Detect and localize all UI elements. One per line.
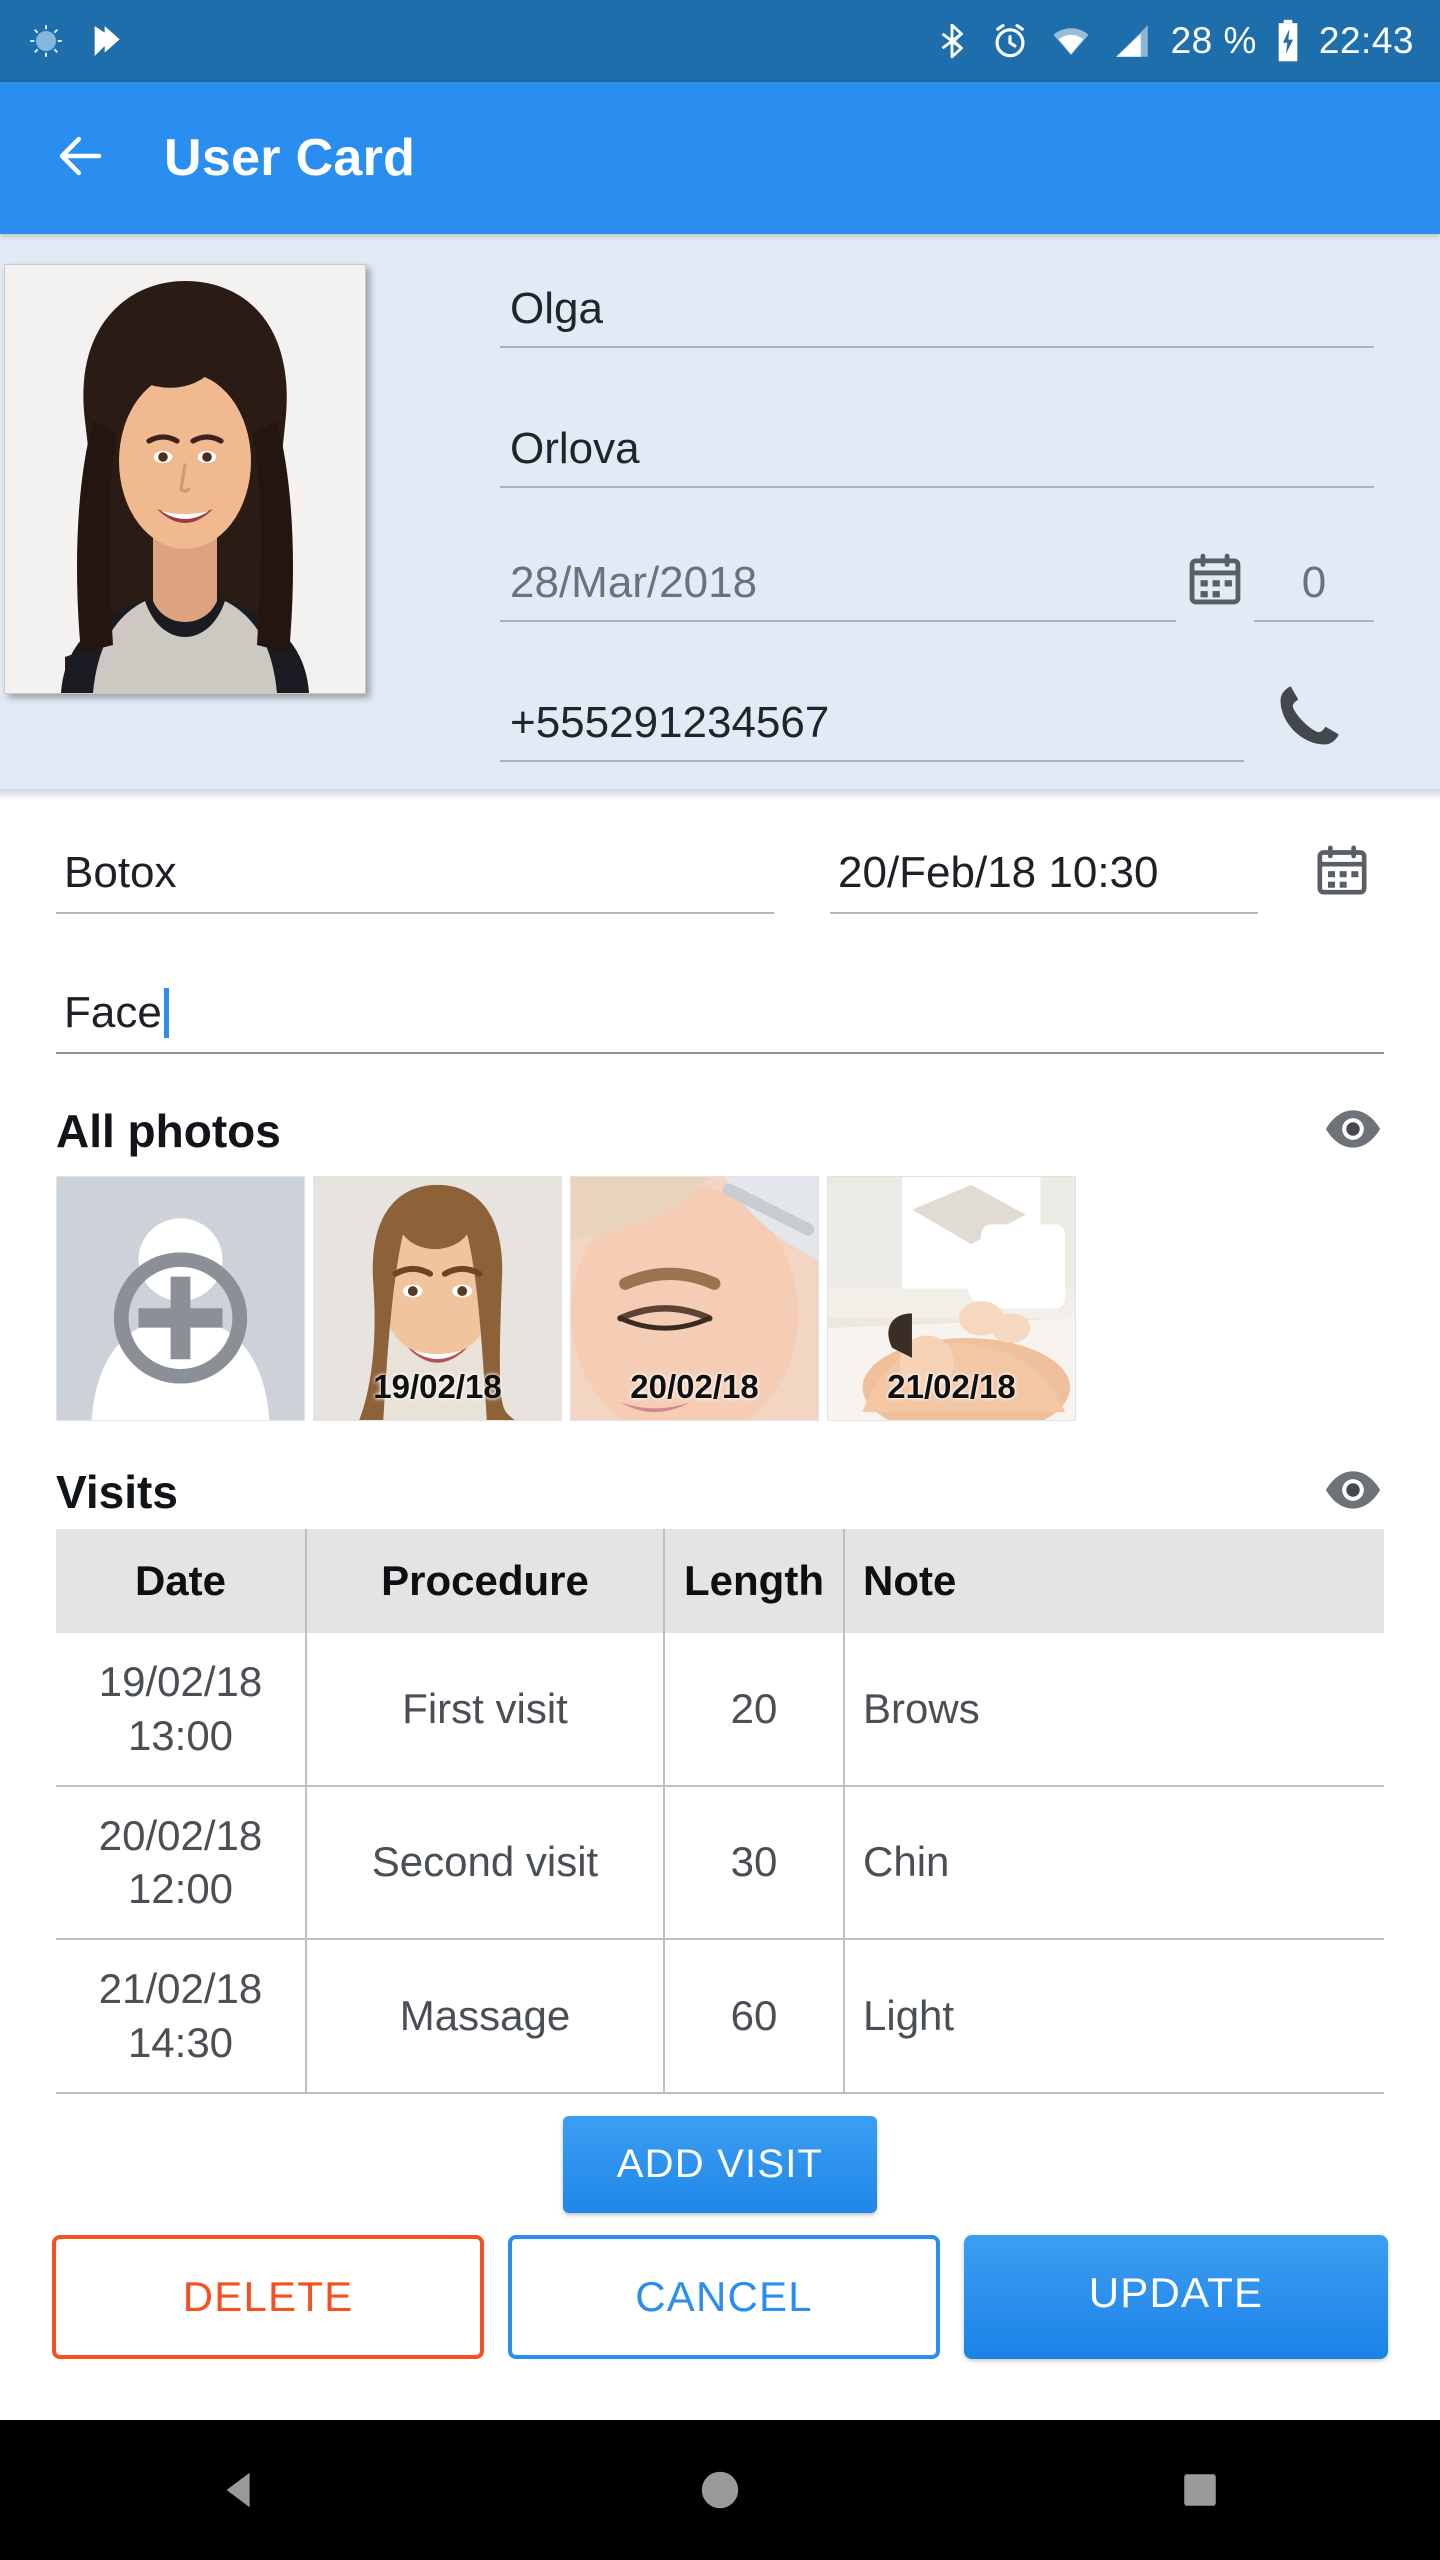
cancel-button[interactable]: CANCEL — [508, 2234, 940, 2359]
calendar-icon[interactable] — [1314, 842, 1384, 914]
alarm-icon — [989, 20, 1031, 62]
cell-date-day: 21/02/18 — [98, 1965, 263, 2012]
brightness-icon — [26, 21, 66, 61]
column-header-note: Note — [844, 1529, 1384, 1633]
add-visit-button[interactable]: ADD VISIT — [562, 2115, 878, 2213]
back-arrow-icon[interactable] — [50, 129, 112, 188]
phone-icon[interactable] — [1244, 678, 1374, 762]
page-title: User Card — [164, 129, 416, 187]
note-input[interactable]: Face — [56, 980, 1384, 1054]
procedure-row: Botox 20/Feb/18 10:30 — [0, 800, 1440, 914]
cell-note: Brows — [844, 1633, 1384, 1787]
profile-fields: Olga Orlova 28/Mar/2018 0 +555291234567 — [370, 256, 1440, 762]
cell-date-day: 19/02/18 — [98, 1658, 263, 1705]
counter-field[interactable]: 0 — [1254, 548, 1374, 622]
text-caret — [163, 988, 169, 1038]
table-row[interactable]: 19/02/18 13:00 First visit 20 Brows — [56, 1633, 1384, 1787]
photo-thumbnail[interactable]: 19/02/18 — [313, 1176, 562, 1421]
photo-thumbnail[interactable]: 20/02/18 — [570, 1176, 819, 1421]
bluetooth-icon — [933, 19, 971, 63]
cell-note: Light — [844, 1939, 1384, 2094]
app-bar: User Card — [0, 82, 1440, 234]
nav-home-button[interactable] — [660, 2467, 780, 2513]
nav-back-button[interactable] — [180, 2467, 300, 2513]
eye-icon[interactable] — [1322, 1107, 1384, 1156]
delete-button[interactable]: DELETE — [52, 2234, 484, 2359]
cell-note: Chin — [844, 1785, 1384, 1940]
note-row: Face — [0, 914, 1440, 1054]
cell-procedure: Second visit — [306, 1785, 665, 1940]
table-row[interactable]: 21/02/18 14:30 Massage 60 Light — [56, 1939, 1384, 2094]
panel-divider — [0, 790, 1440, 800]
checkmark-flag-icon — [88, 21, 128, 61]
battery-percent-label: 28 % — [1170, 20, 1257, 61]
cell-procedure: Massage — [306, 1939, 665, 2094]
procedure-name-input[interactable]: Botox — [56, 840, 774, 914]
cell-date: 20/02/18 12:00 — [56, 1785, 307, 1940]
table-header-row: Date Procedure Length Note — [56, 1529, 1384, 1633]
first-name-field[interactable]: Olga — [500, 274, 1374, 348]
update-button[interactable]: UPDATE — [964, 2234, 1388, 2359]
user-card-screen: 28 % 22:43 User Card Olga Orlova 28/Mar/… — [0, 0, 1440, 2560]
visits-title: Visits — [56, 1466, 178, 1518]
column-header-date: Date — [56, 1529, 307, 1633]
visits-header: Visits — [0, 1421, 1440, 1519]
eye-icon[interactable] — [1322, 1468, 1384, 1517]
add-visit-row: ADD VISIT — [0, 2094, 1440, 2213]
nav-recents-button[interactable] — [1140, 2469, 1260, 2511]
phone-field[interactable]: +555291234567 — [500, 688, 1244, 762]
avatar-container — [0, 256, 370, 762]
column-header-procedure: Procedure — [306, 1529, 665, 1633]
photo-thumbnail-strip: 19/02/18 20/02/18 21/02/18 — [0, 1158, 1440, 1421]
procedure-datetime-input[interactable]: 20/Feb/18 10:30 — [830, 840, 1258, 914]
cell-date-time: 13:00 — [127, 1711, 234, 1759]
add-photo-button[interactable] — [56, 1176, 305, 1421]
battery-charging-icon — [1275, 19, 1301, 63]
wifi-icon — [1049, 20, 1093, 62]
cell-procedure: First visit — [306, 1633, 665, 1787]
cell-date: 21/02/18 14:30 — [56, 1939, 307, 2094]
status-bar: 28 % 22:43 — [0, 0, 1440, 82]
calendar-icon[interactable] — [1176, 550, 1254, 622]
birth-date-field[interactable]: 28/Mar/2018 — [500, 548, 1176, 622]
birth-date-row: 28/Mar/2018 0 — [500, 548, 1374, 622]
cell-length: 60 — [664, 1939, 845, 2094]
visits-table: Date Procedure Length Note 19/02/18 13:0… — [56, 1529, 1384, 2094]
profile-panel: Olga Orlova 28/Mar/2018 0 +555291234567 — [0, 234, 1440, 790]
main-body: Botox 20/Feb/18 10:30 Face All photos 19… — [0, 790, 1440, 2420]
table-row[interactable]: 20/02/18 12:00 Second visit 30 Chin — [56, 1785, 1384, 1940]
photo-thumbnail[interactable]: 21/02/18 — [827, 1176, 1076, 1421]
cell-date: 19/02/18 13:00 — [56, 1633, 307, 1787]
note-input-value: Face — [64, 988, 162, 1037]
cell-date-day: 20/02/18 — [98, 1811, 263, 1859]
cell-length: 30 — [664, 1785, 845, 1940]
cell-length: 20 — [664, 1633, 845, 1787]
last-name-field[interactable]: Orlova — [500, 414, 1374, 488]
android-nav-bar — [0, 2420, 1440, 2560]
cell-date-time: 14:30 — [127, 2018, 234, 2066]
cell-date-time: 12:00 — [127, 1865, 234, 1913]
action-button-row: DELETE CANCEL UPDATE — [0, 2213, 1440, 2359]
phone-row: +555291234567 — [500, 678, 1374, 762]
all-photos-title: All photos — [56, 1105, 281, 1157]
column-header-length: Length — [664, 1529, 845, 1633]
avatar[interactable] — [4, 264, 366, 694]
photo-date-label: 19/02/18 — [373, 1368, 502, 1405]
clock-label: 22:43 — [1318, 20, 1414, 61]
signal-icon — [1111, 20, 1153, 62]
photo-date-label: 21/02/18 — [887, 1368, 1016, 1405]
all-photos-header: All photos — [0, 1054, 1440, 1158]
photo-date-label: 20/02/18 — [630, 1368, 759, 1405]
visits-table-container: Date Procedure Length Note 19/02/18 13:0… — [0, 1519, 1440, 2094]
